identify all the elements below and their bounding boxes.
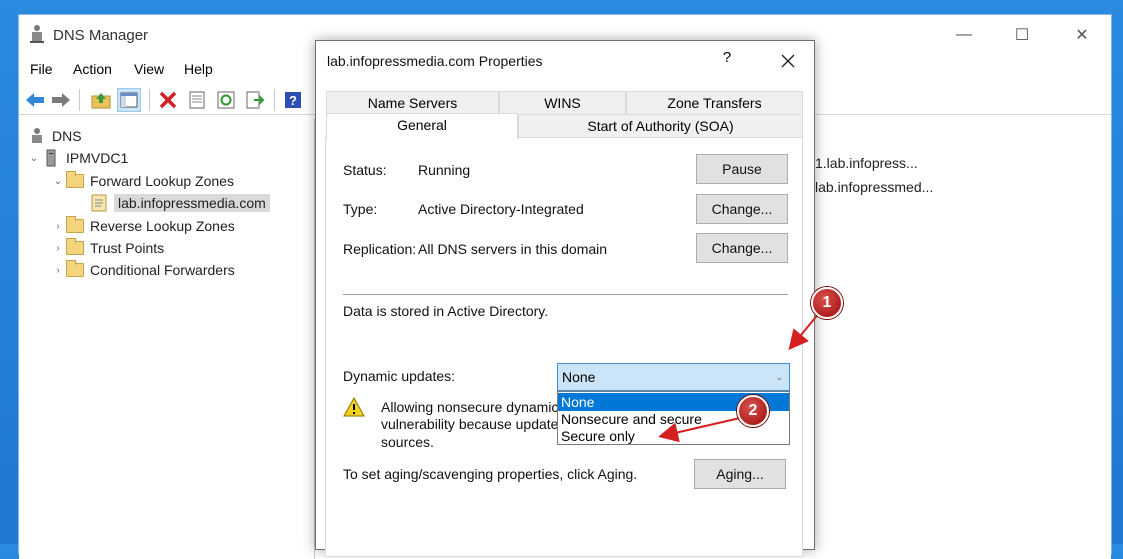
folder-icon bbox=[65, 260, 85, 279]
console-tree: DNS ⌄ IPMVDC1 ⌄ Forward Lookup Zones lab… bbox=[19, 119, 315, 559]
dynamic-updates-label: Dynamic updates: bbox=[343, 368, 456, 384]
refresh-icon[interactable] bbox=[214, 88, 238, 112]
close-button[interactable]: ✕ bbox=[1053, 15, 1111, 55]
tree-item-server[interactable]: ⌄ IPMVDC1 bbox=[27, 147, 128, 169]
close-icon bbox=[781, 54, 795, 68]
chevron-down-icon[interactable]: ⌄ bbox=[51, 176, 65, 187]
server-icon bbox=[41, 149, 61, 167]
type-label: Type: bbox=[343, 201, 378, 217]
export-list-icon[interactable] bbox=[243, 88, 267, 112]
change-type-button[interactable]: Change... bbox=[696, 194, 788, 224]
status-value: Running bbox=[418, 162, 471, 178]
tab-name-servers[interactable]: Name Servers bbox=[326, 91, 499, 115]
aging-button[interactable]: Aging... bbox=[694, 459, 786, 489]
svg-text:?: ? bbox=[289, 93, 297, 108]
chevron-right-icon[interactable]: › bbox=[51, 243, 65, 254]
menu-view[interactable]: View bbox=[134, 61, 164, 77]
properties-icon[interactable] bbox=[185, 88, 209, 112]
divider bbox=[343, 294, 788, 295]
option-secure-only[interactable]: Secure only bbox=[558, 427, 789, 445]
minimize-button[interactable]: — bbox=[935, 15, 993, 55]
change-replication-button[interactable]: Change... bbox=[696, 233, 788, 263]
tree-item-dns[interactable]: DNS bbox=[27, 125, 82, 147]
menu-file[interactable]: File bbox=[30, 61, 53, 77]
list-item[interactable]: lab.infopressmed... bbox=[815, 179, 933, 195]
tree-item-reverse-lookup-zones[interactable]: › Reverse Lookup Zones bbox=[51, 215, 235, 237]
show-console-tree-icon[interactable] bbox=[117, 88, 141, 112]
up-folder-icon[interactable] bbox=[89, 88, 113, 112]
dns-server-icon bbox=[27, 127, 47, 145]
callout-badge-1: 1 bbox=[811, 287, 843, 319]
status-label: Status: bbox=[343, 162, 387, 178]
folder-icon bbox=[65, 238, 85, 257]
zone-properties-dialog: lab.infopressmedia.com Properties ? Name… bbox=[315, 40, 815, 557]
aging-text: To set aging/scavenging properties, clic… bbox=[343, 466, 638, 482]
folder-icon bbox=[65, 216, 85, 235]
warning-text-line1: Allowing nonsecure dynamic u bbox=[381, 399, 571, 415]
chevron-down-icon[interactable]: ⌄ bbox=[775, 364, 783, 390]
dialog-close-button[interactable] bbox=[768, 47, 808, 75]
list-item[interactable]: 1.lab.infopress... bbox=[815, 155, 918, 171]
chevron-right-icon[interactable]: › bbox=[51, 265, 65, 276]
warning-text-line2: vulnerability because updates bbox=[381, 416, 566, 432]
menu-help[interactable]: Help bbox=[184, 61, 213, 77]
dialog-title: lab.infopressmedia.com Properties bbox=[327, 53, 543, 69]
window-title: DNS Manager bbox=[53, 27, 149, 44]
folder-icon bbox=[65, 171, 85, 190]
storage-text: Data is stored in Active Directory. bbox=[343, 303, 549, 319]
tree-item-zone[interactable]: lab.infopressmedia.com bbox=[89, 192, 270, 214]
delete-icon[interactable] bbox=[156, 88, 180, 112]
chevron-down-icon[interactable]: ⌄ bbox=[27, 153, 41, 164]
type-value: Active Directory-Integrated bbox=[418, 201, 584, 217]
replication-value: All DNS servers in this domain bbox=[418, 241, 608, 257]
help-icon[interactable]: ? bbox=[281, 88, 305, 112]
chevron-right-icon[interactable]: › bbox=[51, 221, 65, 232]
tab-start-of-authority[interactable]: Start of Authority (SOA) bbox=[518, 114, 803, 138]
dialog-help-button[interactable]: ? bbox=[712, 49, 742, 73]
tab-wins[interactable]: WINS bbox=[499, 91, 626, 115]
dynamic-updates-selected-value: None bbox=[562, 369, 596, 385]
back-icon[interactable] bbox=[23, 88, 47, 112]
zone-file-icon bbox=[89, 194, 109, 212]
general-tab-page: Status: Running Pause Type: Active Direc… bbox=[325, 137, 803, 557]
forward-icon[interactable] bbox=[49, 88, 73, 112]
warning-text-line3: sources. bbox=[381, 434, 434, 450]
tab-zone-transfers[interactable]: Zone Transfers bbox=[626, 91, 803, 115]
pause-button[interactable]: Pause bbox=[696, 154, 788, 184]
menu-action[interactable]: Action bbox=[73, 61, 112, 77]
tree-item-forward-lookup-zones[interactable]: ⌄ Forward Lookup Zones bbox=[51, 170, 234, 192]
tree-item-trust-points[interactable]: › Trust Points bbox=[51, 237, 164, 259]
maximize-button[interactable]: ☐ bbox=[993, 15, 1051, 55]
dns-app-icon bbox=[30, 25, 44, 43]
tree-item-conditional-forwarders[interactable]: › Conditional Forwarders bbox=[51, 259, 235, 281]
replication-label: Replication: bbox=[343, 241, 417, 257]
tab-general[interactable]: General bbox=[326, 113, 518, 139]
warning-icon bbox=[343, 397, 365, 417]
dynamic-updates-select[interactable]: None ⌄ bbox=[557, 363, 790, 391]
callout-badge-2: 2 bbox=[737, 395, 769, 427]
